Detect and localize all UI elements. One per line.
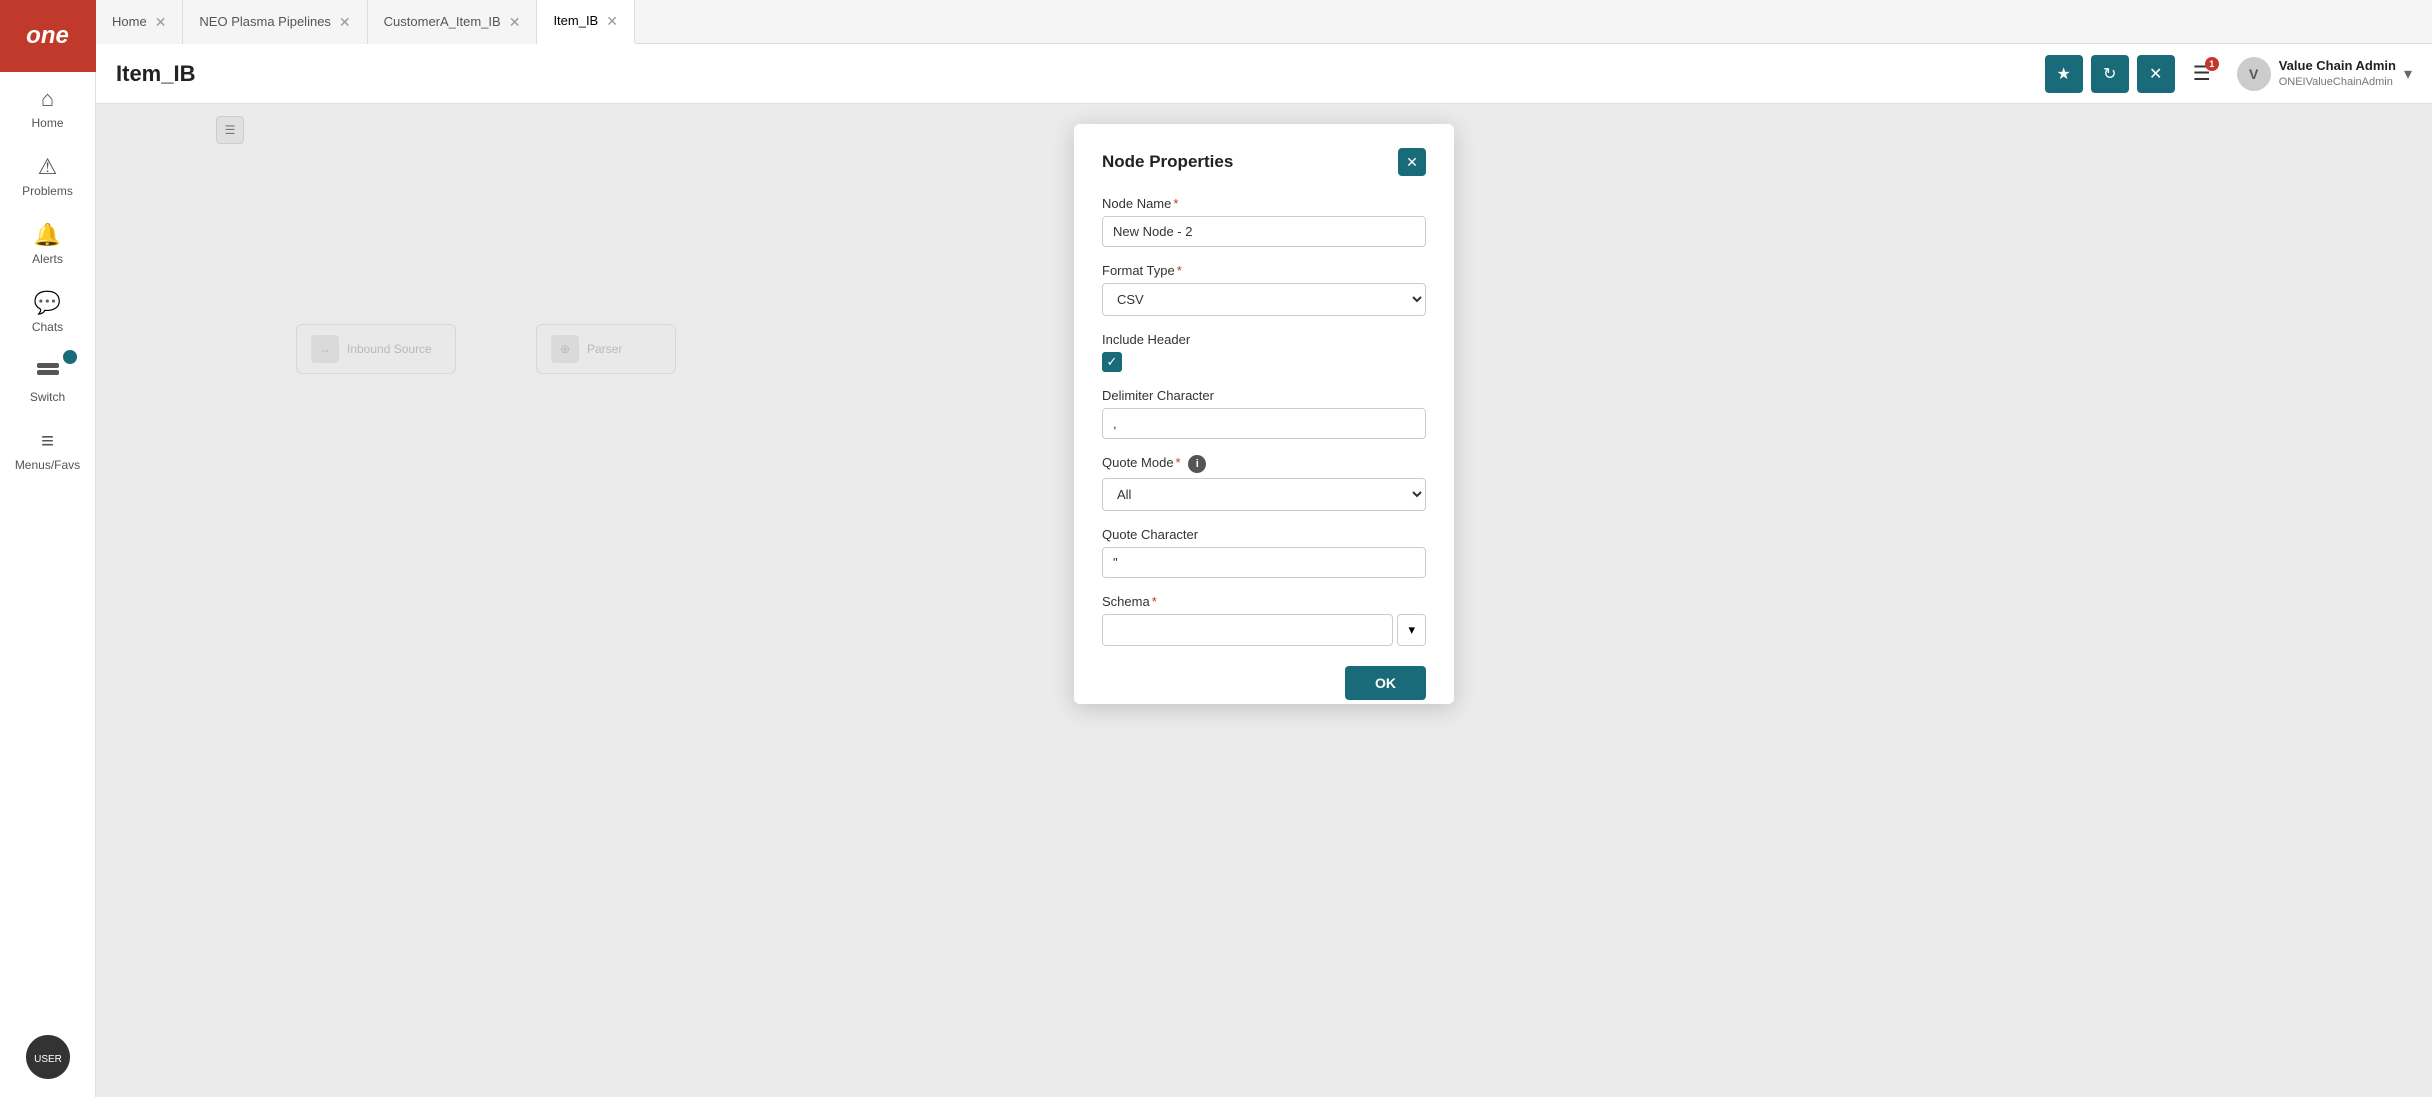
quote-character-label: Quote Character (1102, 527, 1426, 542)
quote-mode-label: Quote Mode* i (1102, 455, 1426, 473)
ok-button[interactable]: OK (1345, 666, 1426, 700)
chats-icon: 💬 (34, 290, 61, 316)
page-title: Item_IB (116, 61, 2045, 87)
close-page-button[interactable]: ✕ (2137, 55, 2175, 93)
schema-label: Schema* (1102, 594, 1426, 609)
quote-mode-group: Quote Mode* i All None Non Numeric Minim… (1102, 455, 1426, 511)
header-actions: ★ ↻ ✕ ☰ 1 V Value Chain Admin ONEIV (2045, 55, 2412, 93)
tab-bar: Home ✕ NEO Plasma Pipelines ✕ CustomerA_… (96, 0, 2432, 44)
refresh-button[interactable]: ↻ (2091, 55, 2129, 93)
tab-item-ib[interactable]: Item_IB ✕ (537, 0, 635, 44)
modal-header: Node Properties ✕ (1102, 148, 1426, 176)
delimiter-label: Delimiter Character (1102, 388, 1426, 403)
include-header-label: Include Header (1102, 332, 1426, 347)
tab-home[interactable]: Home ✕ (96, 0, 183, 44)
sidebar-item-chats[interactable]: 💬 Chats (0, 276, 95, 344)
user-info: Value Chain Admin ONEIValueChainAdmin (2279, 58, 2396, 89)
schema-dropdown-button[interactable]: ▾ (1397, 614, 1426, 646)
tab-close-neo[interactable]: ✕ (339, 15, 351, 29)
app-logo[interactable]: one (0, 0, 96, 72)
sidebar-item-label: Alerts (32, 252, 63, 266)
node-name-group: Node Name* (1102, 196, 1426, 247)
schema-input[interactable] (1102, 614, 1393, 646)
tab-close-home[interactable]: ✕ (155, 15, 167, 29)
problems-icon: ⚠ (38, 154, 58, 180)
modal-footer: OK (1102, 666, 1426, 700)
switch-icon (36, 358, 60, 386)
sidebar: one ⌂ Home ⚠ Problems 🔔 Alerts 💬 Chats S… (0, 0, 96, 1097)
tab-label: NEO Plasma Pipelines (199, 14, 331, 29)
menu-icon-button[interactable]: ☰ 1 (2183, 55, 2221, 93)
format-type-select[interactable]: CSV JSON XML FIXED (1102, 283, 1426, 316)
alerts-icon: 🔔 (34, 222, 61, 248)
modal-overlay: Node Properties ✕ Node Name* Format Type… (96, 114, 2432, 1097)
sidebar-item-home[interactable]: ⌂ Home (0, 72, 95, 140)
include-header-checkbox[interactable]: ✓ (1102, 352, 1122, 372)
home-icon: ⌂ (41, 86, 54, 112)
delimiter-group: Delimiter Character (1102, 388, 1426, 439)
canvas-area[interactable]: → Inbound Source ⊕ Parser ⊕ Inbound Sour… (96, 104, 2432, 1097)
star-button[interactable]: ★ (2045, 55, 2083, 93)
sidebar-item-label: Problems (22, 184, 73, 198)
user-role: ONEIValueChainAdmin (2279, 75, 2396, 89)
svg-text:USER: USER (34, 1054, 62, 1065)
menus-icon: ≡ (41, 428, 54, 454)
sidebar-item-switch[interactable]: Switch (0, 344, 95, 414)
node-name-label: Node Name* (1102, 196, 1426, 211)
modal-close-button[interactable]: ✕ (1398, 148, 1426, 176)
sidebar-item-problems[interactable]: ⚠ Problems (0, 140, 95, 208)
delimiter-input[interactable] (1102, 408, 1426, 439)
quote-character-input[interactable] (1102, 547, 1426, 578)
user-name: Value Chain Admin (2279, 58, 2396, 75)
modal-close-icon: ✕ (1406, 154, 1418, 171)
sidebar-bottom: USER (26, 1027, 70, 1097)
main-content: Home ✕ NEO Plasma Pipelines ✕ CustomerA_… (96, 0, 2432, 1097)
tab-label: CustomerA_Item_IB (384, 14, 501, 29)
sidebar-item-label: Chats (32, 320, 63, 334)
user-section: V Value Chain Admin ONEIValueChainAdmin … (2237, 57, 2412, 91)
sidebar-item-label: Menus/Favs (15, 458, 80, 472)
page-header: Item_IB ★ ↻ ✕ ☰ 1 V Value (96, 44, 2432, 104)
quote-mode-select[interactable]: All None Non Numeric Minimal (1102, 478, 1426, 511)
user-avatar: V (2237, 57, 2271, 91)
tab-customerA[interactable]: CustomerA_Item_IB ✕ (368, 0, 538, 44)
schema-row: ▾ (1102, 614, 1426, 646)
sidebar-item-menus[interactable]: ≡ Menus/Favs (0, 414, 95, 482)
tab-close-customerA[interactable]: ✕ (509, 15, 521, 29)
format-type-group: Format Type* CSV JSON XML FIXED (1102, 263, 1426, 316)
close-icon: ✕ (2149, 64, 2162, 84)
user-dropdown-arrow[interactable]: ▾ (2404, 64, 2412, 84)
sidebar-item-label: Switch (30, 390, 65, 404)
tab-close-item-ib[interactable]: ✕ (606, 14, 618, 28)
sidebar-item-alerts[interactable]: 🔔 Alerts (0, 208, 95, 276)
quote-character-group: Quote Character (1102, 527, 1426, 578)
sidebar-item-label: Home (31, 116, 63, 130)
refresh-icon: ↻ (2103, 64, 2116, 84)
include-header-group: Include Header ✓ (1102, 332, 1426, 372)
schema-group: Schema* ▾ (1102, 594, 1426, 646)
modal-title: Node Properties (1102, 152, 1233, 172)
tab-neo[interactable]: NEO Plasma Pipelines ✕ (183, 0, 367, 44)
format-type-label: Format Type* (1102, 263, 1426, 278)
node-name-input[interactable] (1102, 216, 1426, 247)
node-properties-modal: Node Properties ✕ Node Name* Format Type… (1074, 124, 1454, 704)
checkmark-icon: ✓ (1107, 354, 1118, 370)
include-header-checkbox-wrap: ✓ (1102, 352, 1426, 372)
tab-label: Item_IB (553, 13, 598, 28)
tab-label: Home (112, 14, 147, 29)
quote-mode-info-icon[interactable]: i (1188, 455, 1206, 473)
switch-badge (63, 350, 77, 364)
menu-badge: 1 (2205, 57, 2219, 71)
star-icon: ★ (2057, 64, 2071, 84)
user-avatar-small[interactable]: USER (26, 1035, 70, 1079)
